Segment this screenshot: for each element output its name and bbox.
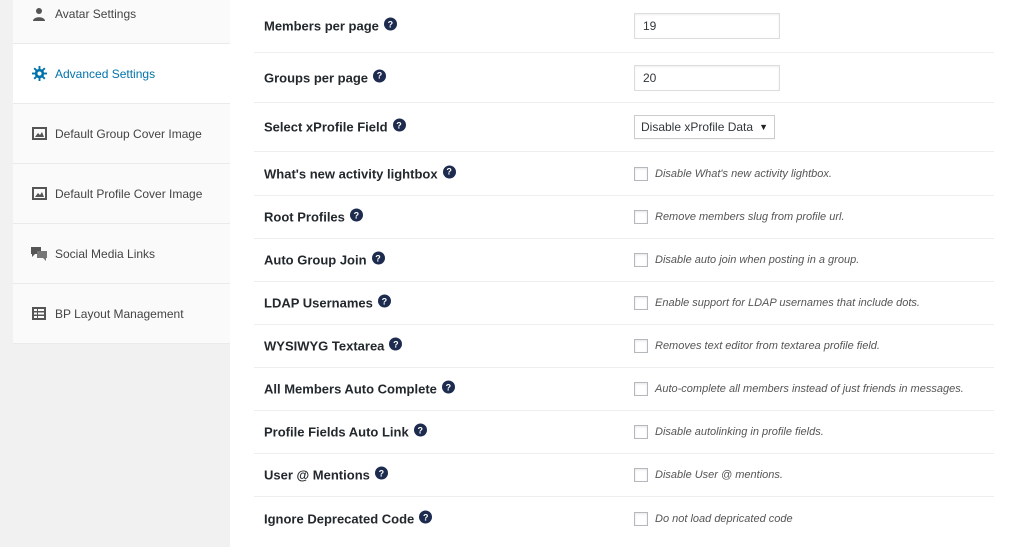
help-icon[interactable]: ? xyxy=(392,118,406,132)
checkbox-description: Do not load depricated code xyxy=(655,513,793,525)
help-icon[interactable]: ? xyxy=(377,294,391,308)
sidebar-item-bp-layout-management[interactable]: BP Layout Management xyxy=(13,284,230,344)
setting-row-members-auto-complete: All Members Auto Complete ? Auto-complet… xyxy=(254,368,994,411)
setting-row-profile-fields-auto-link: Profile Fields Auto Link ? Disable autol… xyxy=(254,411,994,454)
chevron-down-icon: ▼ xyxy=(759,122,768,132)
sidebar-item-advanced-settings[interactable]: Advanced Settings xyxy=(13,44,230,104)
setting-label: All Members Auto Complete ? xyxy=(264,380,455,397)
setting-row-ldap-usernames: LDAP Usernames ? Enable support for LDAP… xyxy=(254,282,994,325)
image-icon xyxy=(31,186,47,202)
wysiwyg-textarea-checkbox[interactable] xyxy=(634,339,648,353)
layout-icon xyxy=(31,306,47,322)
setting-label: Ignore Deprecated Code ? xyxy=(264,510,433,527)
sidebar-item-label: Default Group Cover Image xyxy=(55,126,202,141)
setting-row-xprofile-field: Select xProfile Field ? Disable xProfile… xyxy=(254,103,994,152)
gear-icon xyxy=(31,66,47,82)
checkbox-description: Disable autolinking in profile fields. xyxy=(655,426,824,438)
checkbox-description: Disable What's new activity lightbox. xyxy=(655,167,832,180)
settings-form: Members per page ? Groups per page ? Sel… xyxy=(254,0,994,541)
help-icon[interactable]: ? xyxy=(373,69,387,82)
members-auto-complete-checkbox[interactable] xyxy=(634,382,648,396)
ldap-usernames-checkbox[interactable] xyxy=(634,296,648,310)
user-mentions-checkbox[interactable] xyxy=(634,468,648,482)
help-icon[interactable]: ? xyxy=(371,251,385,265)
sidebar-menu: Avatar Settings Advanced Settings Defaul… xyxy=(13,0,230,344)
setting-label: LDAP Usernames ? xyxy=(264,294,391,311)
setting-label: Select xProfile Field ? xyxy=(264,118,406,135)
setting-row-user-mentions: User @ Mentions ? Disable User @ mention… xyxy=(254,454,994,497)
help-icon[interactable]: ? xyxy=(383,17,397,31)
setting-label: User @ Mentions ? xyxy=(264,466,388,483)
sidebar-item-label: BP Layout Management xyxy=(55,306,184,321)
ignore-deprecated-code-checkbox[interactable] xyxy=(634,512,648,526)
sidebar-item-social-media-links[interactable]: Social Media Links xyxy=(13,224,230,284)
setting-label: Profile Fields Auto Link ? xyxy=(264,423,427,440)
groups-per-page-input[interactable] xyxy=(634,64,780,91)
setting-row-members-per-page: Members per page ? xyxy=(254,0,994,53)
auto-group-join-checkbox[interactable] xyxy=(634,253,648,267)
setting-label: Auto Group Join ? xyxy=(264,251,385,268)
help-icon[interactable]: ? xyxy=(441,380,455,394)
settings-panel: Members per page ? Groups per page ? Sel… xyxy=(230,0,1024,547)
sidebar-item-default-profile-cover-image[interactable]: Default Profile Cover Image xyxy=(13,164,230,224)
setting-row-groups-per-page: Groups per page ? xyxy=(254,53,994,103)
setting-row-wysiwyg-textarea: WYSIWYG Textarea ? Removes text editor f… xyxy=(254,325,994,368)
help-icon[interactable]: ? xyxy=(413,423,427,437)
checkbox-description: Removes text editor from textarea profil… xyxy=(655,340,880,352)
checkbox-description: Remove members slug from profile url. xyxy=(655,211,845,223)
image-icon xyxy=(31,126,47,142)
help-icon[interactable]: ? xyxy=(442,165,456,178)
sidebar-item-label: Social Media Links xyxy=(55,246,156,261)
activity-lightbox-checkbox[interactable] xyxy=(634,166,648,181)
sidebar-item-label: Default Profile Cover Image xyxy=(55,186,203,201)
setting-label: Groups per page ? xyxy=(264,69,387,85)
setting-label: Members per page ? xyxy=(264,17,397,34)
help-icon[interactable]: ? xyxy=(419,510,433,524)
setting-row-auto-group-join: Auto Group Join ? Disable auto join when… xyxy=(254,239,994,282)
checkbox-description: Disable auto join when posting in a grou… xyxy=(655,254,860,266)
sidebar-item-label: Avatar Settings xyxy=(55,6,137,21)
setting-row-root-profiles: Root Profiles ? Remove members slug from… xyxy=(254,196,994,239)
xprofile-field-select[interactable]: Disable xProfile Data ▼ xyxy=(634,115,775,139)
user-icon xyxy=(31,6,47,22)
help-icon[interactable]: ? xyxy=(374,466,388,480)
sidebar-item-default-group-cover-image[interactable]: Default Group Cover Image xyxy=(13,104,230,164)
profile-fields-auto-link-checkbox[interactable] xyxy=(634,425,648,439)
settings-sidebar: Avatar Settings Advanced Settings Defaul… xyxy=(0,0,230,547)
setting-label: WYSIWYG Textarea ? xyxy=(264,337,403,354)
setting-row-activity-lightbox: What's new activity lightbox ? Disable W… xyxy=(254,152,994,196)
root-profiles-checkbox[interactable] xyxy=(634,210,648,224)
checkbox-description: Enable support for LDAP usernames that i… xyxy=(655,297,920,309)
sidebar-item-avatar-settings[interactable]: Avatar Settings xyxy=(13,0,230,44)
setting-label: Root Profiles ? xyxy=(264,208,363,225)
help-icon[interactable]: ? xyxy=(389,337,403,351)
checkbox-description: Auto-complete all members instead of jus… xyxy=(655,383,964,395)
help-icon[interactable]: ? xyxy=(349,208,363,222)
setting-row-ignore-deprecated-code: Ignore Deprecated Code ? Do not load dep… xyxy=(254,497,994,541)
sidebar-item-label: Advanced Settings xyxy=(55,66,156,81)
members-per-page-input[interactable] xyxy=(634,13,780,39)
chat-icon xyxy=(31,246,47,262)
checkbox-description: Disable User @ mentions. xyxy=(655,469,783,481)
setting-label: What's new activity lightbox ? xyxy=(264,165,456,181)
